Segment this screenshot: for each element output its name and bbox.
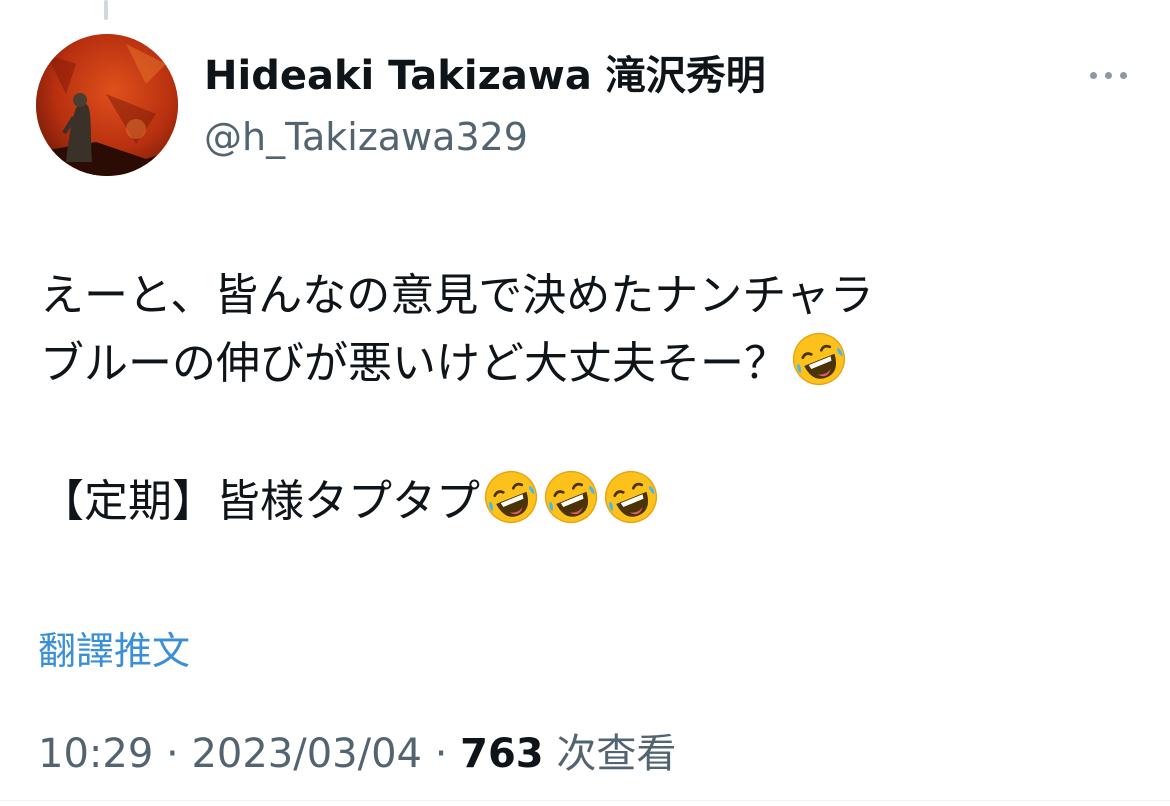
rolling-laughing-emoji-icon xyxy=(790,330,848,388)
tweet-text-line-content: えーと、皆んなの意見で決めたナンチャラ xyxy=(40,270,874,321)
more-horizontal-icon-dot xyxy=(1104,71,1112,79)
tweet-date[interactable]: 2023/03/04 xyxy=(191,731,422,777)
divider xyxy=(0,800,1170,801)
avatar[interactable] xyxy=(36,34,178,176)
translate-tweet-link[interactable]: 翻譯推文 xyxy=(38,626,190,676)
more-options-button[interactable] xyxy=(1080,60,1136,90)
avatar-image xyxy=(36,34,178,176)
tweet-text-line: ブルーの伸びが悪いけど大丈夫そー？ xyxy=(40,330,1140,398)
more-horizontal-icon xyxy=(1089,71,1097,79)
rolling-laughing-emoji-icon xyxy=(602,468,660,526)
tweet-text-line-content: 【定期】皆様タプタプ xyxy=(40,476,480,527)
more-horizontal-icon-dot xyxy=(1119,71,1127,79)
meta-separator: · xyxy=(434,731,448,777)
rolling-laughing-emoji-icon xyxy=(482,468,540,526)
tweet-text: えーと、皆んなの意見で決めたナンチャラ ブルーの伸びが悪いけど大丈夫そー？ 【定… xyxy=(40,262,1140,536)
author-display-name[interactable]: Hideaki Takizawa 滝沢秀明 xyxy=(204,50,766,102)
emoji-group xyxy=(480,470,660,527)
thread-connector-line xyxy=(104,0,108,20)
meta-separator: · xyxy=(166,731,179,777)
views-label: 次查看 xyxy=(556,731,677,777)
author-handle[interactable]: @h_Takizawa329 xyxy=(204,112,528,162)
emoji-group xyxy=(788,332,848,389)
rolling-laughing-emoji-icon xyxy=(542,468,600,526)
tweet-metadata: 10:29 · 2023/03/04 · 763 次查看 xyxy=(38,728,676,780)
tweet-time[interactable]: 10:29 xyxy=(38,731,153,777)
tweet-text-line: えーと、皆んなの意見で決めたナンチャラ xyxy=(40,262,1140,330)
tweet-text-line-content: ブルーの伸びが悪いけど大丈夫そー？ xyxy=(40,338,788,389)
views-count[interactable]: 763 xyxy=(460,731,544,777)
tweet-text-line: 【定期】皆様タプタプ xyxy=(40,468,1140,536)
